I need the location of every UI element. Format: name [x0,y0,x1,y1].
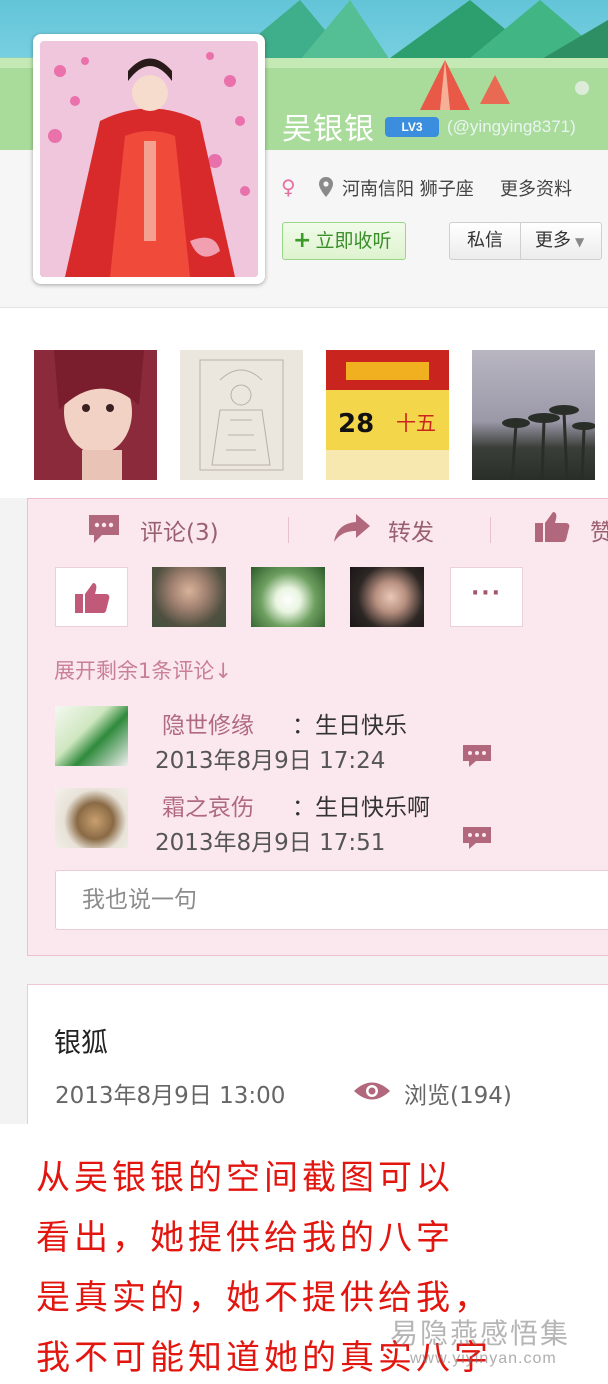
reply-icon[interactable] [462,826,492,850]
like-action-label[interactable]: 赞 [590,513,608,547]
more-likers-button[interactable]: ··· [450,567,523,627]
liker-avatar[interactable] [350,567,424,627]
like-thumb-icon[interactable] [533,510,571,544]
avatar-painting-illustration [40,41,258,277]
more-button-label: 更多 [535,230,571,251]
svg-text:28: 28 [338,409,374,439]
view-count: 浏览(194) [404,1083,512,1109]
svg-text:十五: 十五 [396,411,436,435]
repost-arrow-icon [334,514,370,542]
annotation-line: 看出，她提供给我的八字 [36,1218,454,1258]
profile-page: 吴银银 LV3 (@yingying8371) ♀ 河南信阳 狮子座 更多资料 … [0,0,608,1384]
comment-action-button[interactable]: 评论(3) [140,513,219,547]
avatar-image [40,41,258,277]
photo-thumbnail[interactable] [180,350,303,480]
post-card [27,984,608,1134]
more-info-link[interactable]: 更多资料 [500,175,572,201]
watermark-url: www.yiyinyan.com [410,1350,557,1367]
comment-input[interactable]: 我也说一句 [55,870,608,930]
plus-icon: + [293,228,312,253]
photo-sketch-illustration [180,350,303,480]
repost-action-button[interactable]: 转发 [388,513,434,547]
caret-down-icon: ▼ [575,235,585,249]
post-title[interactable]: 银狐 [54,1021,108,1060]
photo-palmtrees-illustration [502,405,595,480]
profile-avatar[interactable] [33,34,265,284]
comment-author[interactable]: 隐世修缘 [162,706,254,740]
annotation-line: 从吴银银的空间截图可以 [36,1158,454,1198]
level-badge: LV3 [385,117,439,137]
expand-comments-link[interactable]: 展开剩余1条评论↓ [54,655,232,685]
commenter-avatar[interactable] [55,788,128,848]
like-thumb-icon [75,583,110,613]
action-divider [288,517,289,543]
follow-button[interactable]: + 立即收听 [282,222,406,260]
follow-button-label: 立即收听 [315,230,392,252]
photo-thumbnail[interactable]: 28 十五 [326,350,449,480]
post-time: 2013年8月9日 13:00 [55,1083,286,1109]
gender-female-icon: ♀ [281,175,296,199]
photo-thumbnail[interactable] [472,350,595,480]
liker-avatar[interactable] [152,567,226,627]
photo-portrait-illustration [34,350,157,480]
comment-time: 2013年8月9日 17:51 [155,830,386,856]
profile-name: 吴银银 [282,112,375,147]
commenter-avatar[interactable] [55,706,128,766]
photo-calendar-illustration: 28 十五 [326,350,449,480]
profile-handle: (@yingying8371) [447,117,576,136]
comment-time: 2013年8月9日 17:24 [155,748,386,774]
comment-author[interactable]: 霜之哀伤 [162,788,254,822]
action-divider [490,517,491,543]
liker-avatar[interactable] [251,567,325,627]
watermark-text: 易隐燕感悟集 [390,1317,571,1350]
more-dropdown-button[interactable]: 更多 ▼ [520,222,602,260]
comment-bubble-icon [89,515,119,543]
photo-thumbnail[interactable] [34,350,157,480]
eye-icon [354,1082,390,1100]
location-pin-icon [319,177,333,197]
profile-location: 河南信阳 狮子座 [342,179,474,200]
reply-icon[interactable] [462,744,492,768]
comment-text: ：生日快乐啊 [292,795,430,821]
comment-text: ：生日快乐 [292,713,407,739]
like-button[interactable] [55,567,128,627]
private-message-button[interactable]: 私信 [449,222,521,260]
